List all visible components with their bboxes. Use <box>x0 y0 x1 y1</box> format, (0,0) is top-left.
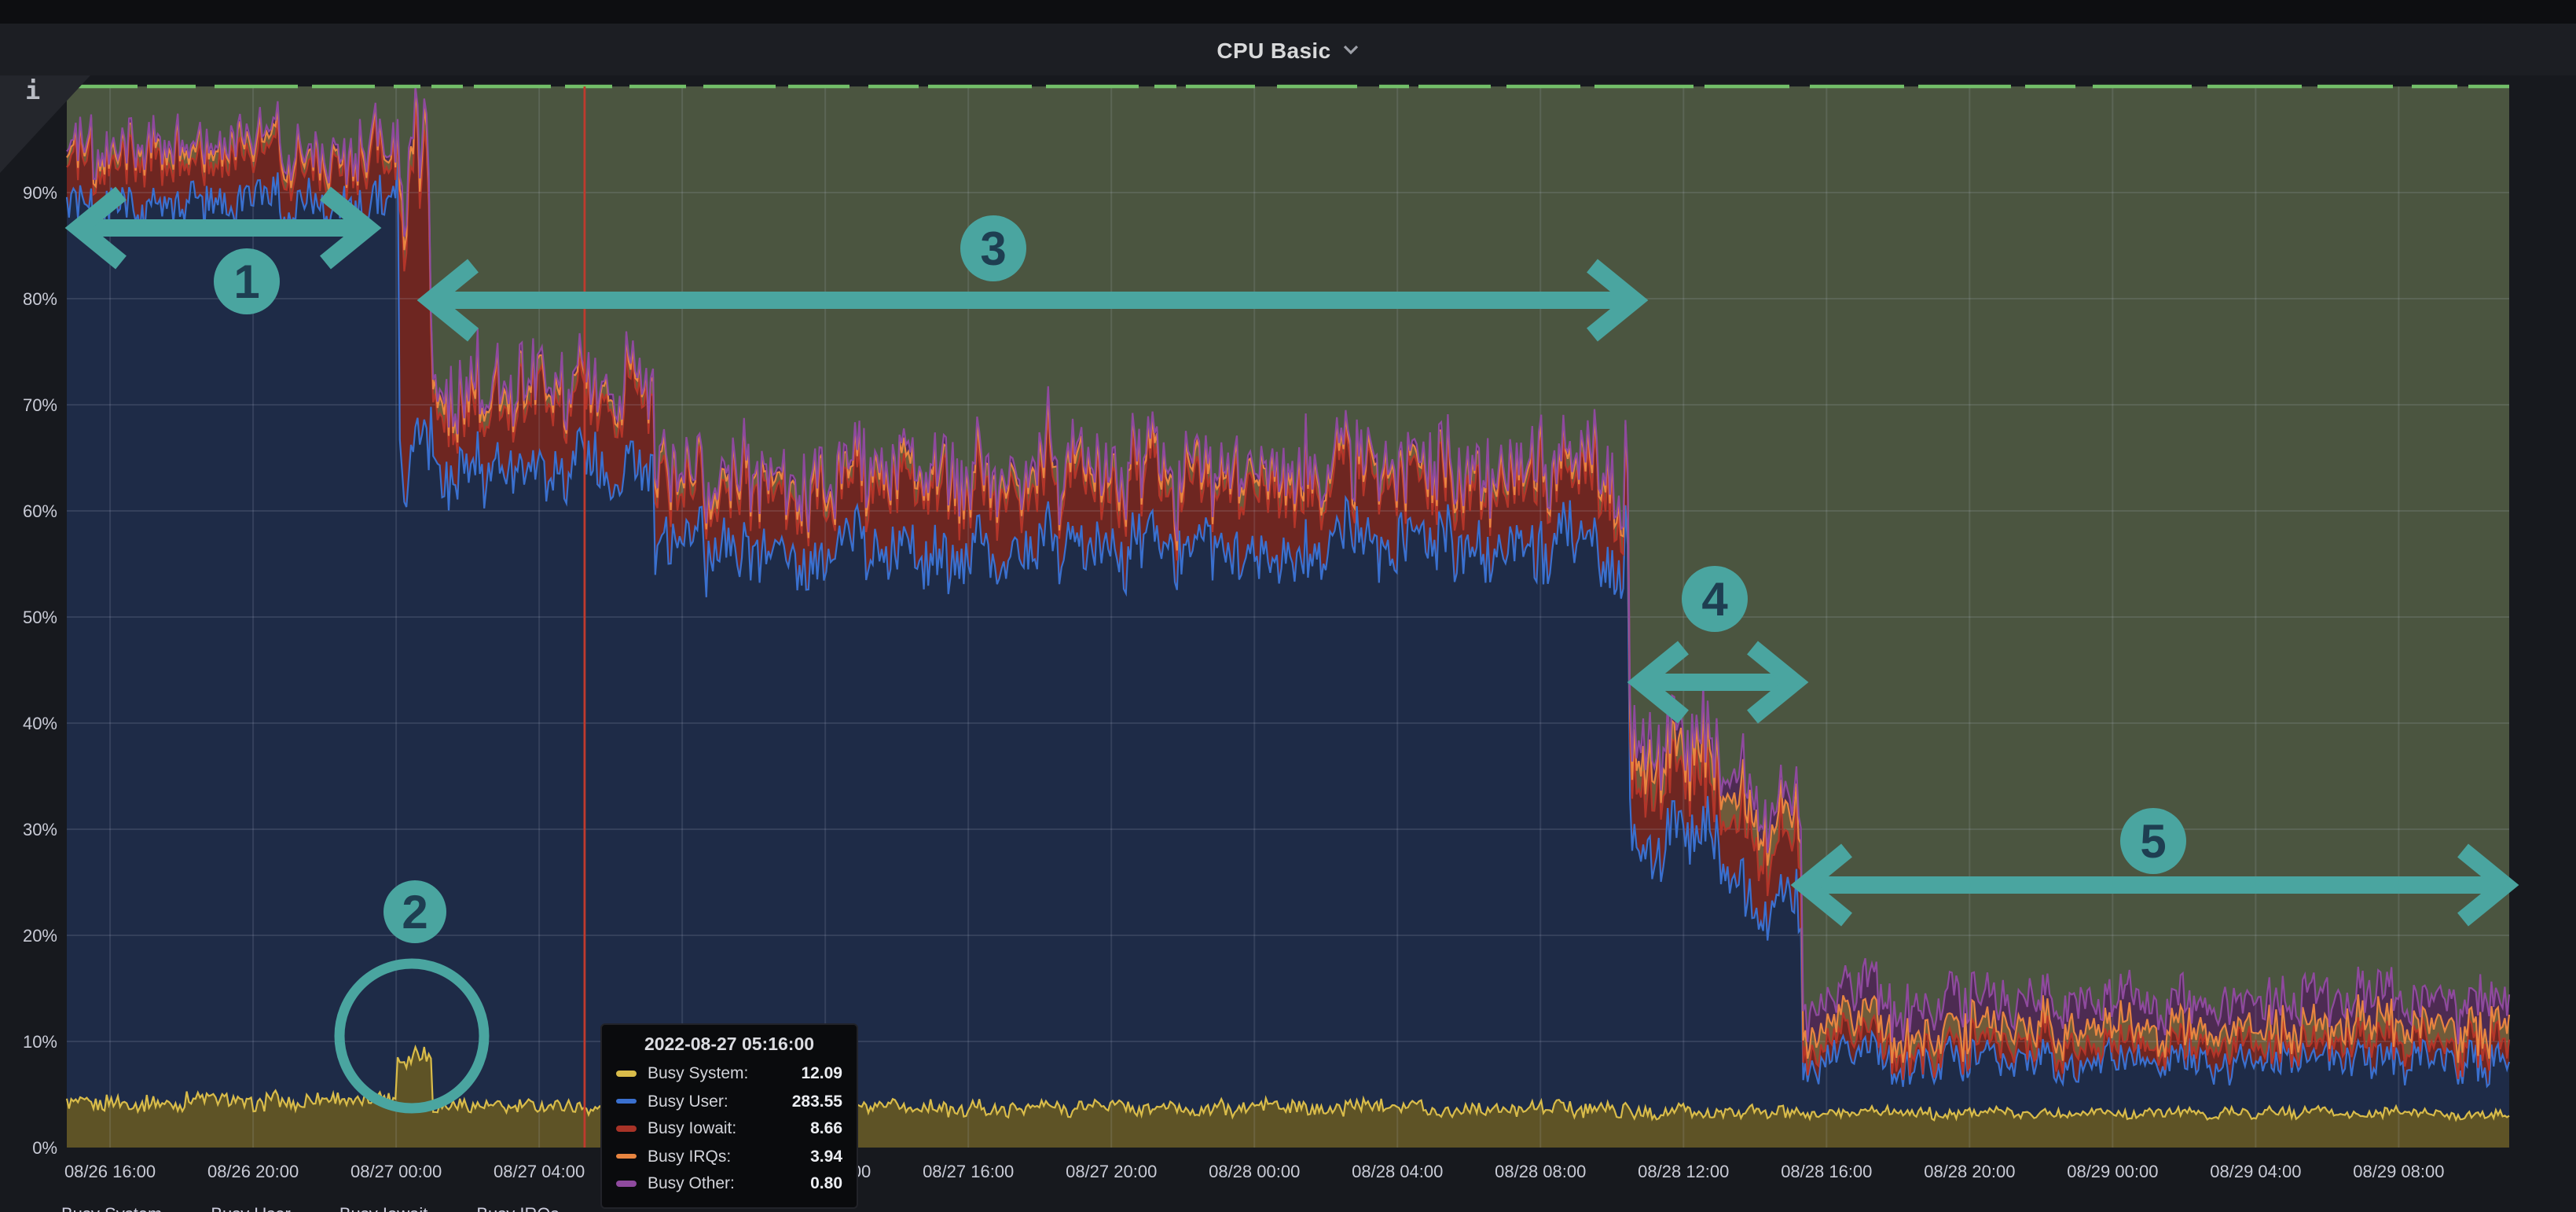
svg-text:08/29 00:00: 08/29 00:00 <box>2067 1162 2158 1181</box>
svg-text:70%: 70% <box>23 395 57 415</box>
grafana-panel-screenshot: CPU Basic i 0% 10% 20% 30% 40% 50% 60% 70% 80% 90… <box>0 0 2576 1212</box>
legend-label[interactable]: Busy System <box>61 1206 162 1212</box>
series-color-dash <box>616 1071 637 1077</box>
svg-text:08/28 04:00: 08/28 04:00 <box>1352 1162 1443 1181</box>
chart-tooltip: 2022-08-27 05:16:00 Busy System: 12.09 B… <box>600 1023 858 1209</box>
legend-item-busy-user[interactable]: Busy User <box>179 1206 291 1212</box>
svg-text:50%: 50% <box>23 608 57 627</box>
legend-item-busy-irqs[interactable]: Busy IRQs <box>445 1206 559 1212</box>
svg-text:08/27 04:00: 08/27 04:00 <box>494 1162 585 1181</box>
legend-label[interactable]: Busy Iowait <box>339 1206 428 1212</box>
tooltip-series-value: 3.94 <box>810 1147 842 1166</box>
tooltip-row: Busy System: 12.09 <box>616 1064 842 1083</box>
chart-legend: Busy System Busy User Busy Iowait Busy I… <box>30 1206 560 1212</box>
svg-text:08/26 20:00: 08/26 20:00 <box>207 1162 299 1181</box>
tooltip-series-label: Busy Iowait: <box>648 1119 736 1138</box>
tooltip-series-value: 12.09 <box>801 1064 842 1083</box>
svg-text:08/27 00:00: 08/27 00:00 <box>350 1162 442 1181</box>
tooltip-row: Busy Iowait: 8.66 <box>616 1119 842 1138</box>
tooltip-series-value: 8.66 <box>810 1119 842 1138</box>
tooltip-series-value: 0.80 <box>810 1174 842 1193</box>
tooltip-series-label: Busy System: <box>648 1064 748 1083</box>
svg-text:08/27 20:00: 08/27 20:00 <box>1066 1162 1157 1181</box>
svg-text:10%: 10% <box>23 1032 57 1052</box>
panel-header[interactable]: CPU Basic <box>0 24 2576 75</box>
tooltip-series-label: Busy Other: <box>648 1174 735 1193</box>
svg-text:08/29 04:00: 08/29 04:00 <box>2210 1162 2301 1181</box>
series-color-dash <box>616 1126 637 1132</box>
svg-text:08/29 08:00: 08/29 08:00 <box>2353 1162 2444 1181</box>
tooltip-row: Busy Other: 0.80 <box>616 1174 842 1193</box>
tooltip-series-label: Busy User: <box>648 1092 728 1111</box>
svg-text:08/28 12:00: 08/28 12:00 <box>1638 1162 1729 1181</box>
svg-text:08/28 00:00: 08/28 00:00 <box>1209 1162 1300 1181</box>
svg-text:40%: 40% <box>23 714 57 733</box>
series-color-dash <box>616 1181 637 1187</box>
chevron-down-icon[interactable] <box>1342 44 1360 55</box>
info-icon[interactable]: i <box>25 75 40 105</box>
svg-text:80%: 80% <box>23 289 57 309</box>
series-color-dash <box>616 1154 637 1159</box>
cpu-usage-chart[interactable]: 0%10%20%30%40%50%60%70%80%90%100%08/26 1… <box>0 24 2576 1212</box>
svg-text:90%: 90% <box>23 183 57 203</box>
tooltip-row: Busy User: 283.55 <box>616 1092 842 1111</box>
tooltip-series-value: 283.55 <box>792 1092 842 1111</box>
legend-item-busy-iowait[interactable]: Busy Iowait <box>308 1206 428 1212</box>
svg-text:08/28 20:00: 08/28 20:00 <box>1924 1162 2015 1181</box>
svg-text:0%: 0% <box>32 1138 57 1158</box>
svg-text:08/28 16:00: 08/28 16:00 <box>1781 1162 1872 1181</box>
svg-text:08/27 16:00: 08/27 16:00 <box>923 1162 1014 1181</box>
svg-text:20%: 20% <box>23 926 57 946</box>
svg-text:30%: 30% <box>23 820 57 839</box>
panel-title[interactable]: CPU Basic <box>1216 37 1330 62</box>
svg-text:08/26 16:00: 08/26 16:00 <box>64 1162 156 1181</box>
legend-label[interactable]: Busy User <box>211 1206 291 1212</box>
cpu-basic-panel: CPU Basic i 0% 10% 20% 30% 40% 50% 60% 70% 80% 90… <box>0 24 2576 1212</box>
series-color-dash <box>616 1099 637 1104</box>
legend-item-busy-system[interactable]: Busy System <box>30 1206 162 1212</box>
tooltip-row: Busy IRQs: 3.94 <box>616 1147 842 1166</box>
svg-text:08/28 08:00: 08/28 08:00 <box>1495 1162 1586 1181</box>
legend-label[interactable]: Busy IRQs <box>476 1206 559 1212</box>
svg-text:60%: 60% <box>23 501 57 521</box>
tooltip-series-label: Busy IRQs: <box>648 1147 731 1166</box>
tooltip-timestamp: 2022-08-27 05:16:00 <box>616 1036 842 1055</box>
